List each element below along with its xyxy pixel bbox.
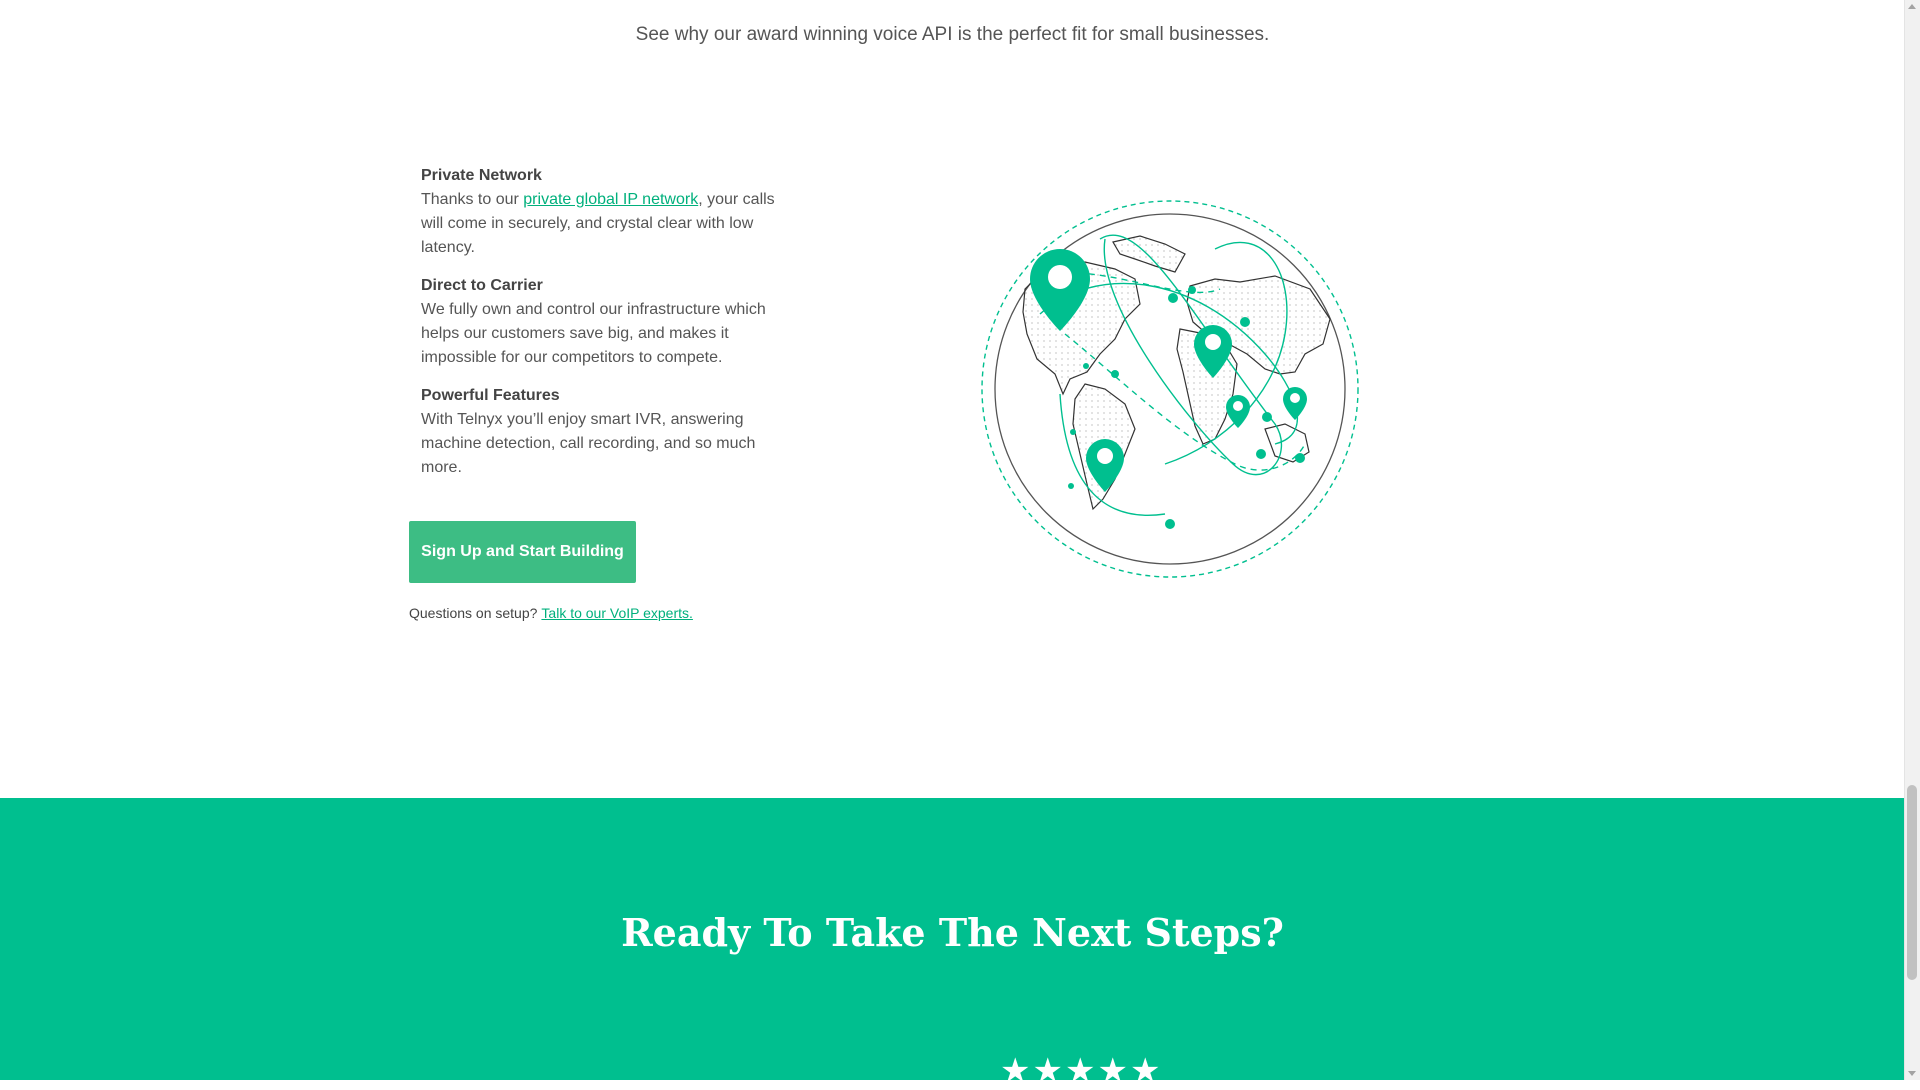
location-pin-icon	[1226, 395, 1250, 428]
globe-illustration	[981, 200, 1359, 578]
star-icon: ★	[1032, 1052, 1063, 1090]
feature-list: Private Network Thanks to our private gl…	[421, 164, 786, 494]
scroll-up-icon[interactable]	[1908, 4, 1916, 9]
rating-stars: ★ ★ ★ ★ ★	[1000, 1054, 1160, 1088]
feature-direct-to-carrier: Direct to Carrier We fully own and contr…	[421, 274, 786, 370]
star-icon: ★	[1097, 1052, 1128, 1090]
star-icon: ★	[1064, 1052, 1096, 1090]
voip-experts-link[interactable]: Talk to our VoIP experts.	[541, 605, 693, 621]
private-network-link[interactable]: private global IP network	[523, 191, 698, 208]
intro-text: See why our award winning voice API is t…	[635, 24, 1270, 45]
sign-up-button[interactable]: Sign Up and Start Building	[409, 521, 636, 583]
location-pin-icon	[1283, 387, 1307, 420]
next-steps-heading: Ready To Take The Next Steps?	[621, 910, 1284, 955]
feature-text: Thanks to our private global IP network,…	[421, 188, 786, 260]
setup-question: Questions on setup? Talk to our VoIP expe…	[409, 605, 693, 621]
feature-powerful-features: Powerful Features With Telnyx you’ll enj…	[421, 384, 786, 480]
feature-text: With Telnyx you’ll enjoy smart IVR, answ…	[421, 411, 756, 476]
scroll-down-icon[interactable]	[1908, 1071, 1916, 1076]
feature-title: Private Network	[421, 167, 542, 184]
feature-private-network: Private Network Thanks to our private gl…	[421, 164, 786, 260]
page-scrollbar[interactable]	[1904, 0, 1920, 1080]
feature-title: Powerful Features	[421, 387, 560, 404]
scrollbar-thumb[interactable]	[1907, 785, 1917, 980]
star-icon: ★	[1129, 1052, 1161, 1090]
feature-title: Direct to Carrier	[421, 277, 543, 294]
feature-text-before: Thanks to our	[421, 191, 524, 208]
feature-text: We fully own and control our infrastruct…	[421, 301, 766, 366]
next-steps-section: Ready To Take The Next Steps? ★ ★ ★ ★ ★	[0, 798, 1905, 1088]
star-icon: ★	[1000, 1052, 1031, 1090]
setup-question-text: Questions on setup?	[409, 605, 538, 621]
